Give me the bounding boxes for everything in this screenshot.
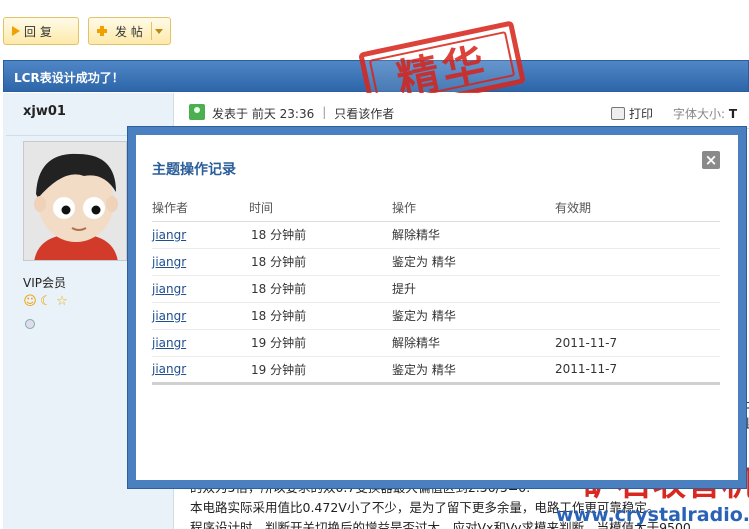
expiry-cell: 2011-11-7 bbox=[555, 356, 720, 385]
table-header-row: 操作者 时间 操作 有效期 bbox=[152, 195, 720, 222]
operator-link[interactable]: jiangr bbox=[152, 282, 186, 296]
font-size-control[interactable]: 字体大小: T bbox=[673, 105, 737, 122]
chevron-down-icon[interactable] bbox=[155, 29, 163, 34]
action-cell: 鉴定为 精华 bbox=[392, 248, 555, 276]
user-group-label: VIP会员 bbox=[23, 276, 66, 290]
table-row: jiangr 18 分钟前 解除精华 bbox=[152, 221, 720, 249]
dialog-body: 主题操作记录 × 操作者 时间 操作 有效期 jiangr 18 分钟前 解除精… bbox=[136, 135, 738, 480]
table-row: jiangr 18 分钟前 鉴定为 精华 bbox=[152, 302, 720, 330]
action-cell: 解除精华 bbox=[392, 329, 555, 357]
expiry-cell bbox=[555, 221, 720, 249]
status-icon bbox=[25, 319, 35, 329]
table-row: jiangr 19 分钟前 鉴定为 精华 2011-11-7 bbox=[152, 356, 720, 385]
time-cell: 19 分钟前 bbox=[249, 356, 392, 385]
action-cell: 鉴定为 精华 bbox=[392, 356, 555, 385]
thread-title: LCR表设计成功了！ bbox=[14, 71, 124, 85]
time-cell: 18 分钟前 bbox=[249, 221, 392, 249]
only-author-link[interactable]: 只看该作者 bbox=[334, 105, 394, 122]
post-meta-bar: 发表于 前天 23:36 | 只看该作者 打印 字体大小: T bbox=[175, 93, 749, 129]
expiry-cell bbox=[555, 302, 720, 330]
font-size-label: 字体大小: bbox=[673, 107, 726, 121]
action-cell: 解除精华 bbox=[392, 221, 555, 249]
reply-icon bbox=[12, 26, 20, 36]
print-button[interactable]: 打印 bbox=[611, 105, 653, 122]
printer-icon bbox=[611, 107, 625, 120]
user-level-icons: ☺ ☾ ☆ bbox=[23, 295, 69, 309]
sun-icon: ☺ bbox=[23, 294, 37, 309]
operator-link[interactable]: jiangr bbox=[152, 255, 186, 269]
new-post-button[interactable]: 发 帖 bbox=[88, 17, 171, 45]
username-link[interactable]: xjw01 bbox=[23, 104, 66, 119]
operation-log-table: 操作者 时间 操作 有效期 jiangr 18 分钟前 解除精华 jiangr … bbox=[152, 195, 720, 385]
avatar[interactable] bbox=[23, 141, 127, 261]
time-cell: 18 分钟前 bbox=[249, 248, 392, 276]
dialog-title: 主题操作记录 bbox=[152, 162, 236, 178]
column-header: 时间 bbox=[249, 195, 392, 222]
expiry-cell: 2011-11-7 bbox=[555, 329, 720, 357]
plus-icon bbox=[97, 26, 107, 36]
table-row: jiangr 18 分钟前 鉴定为 精华 bbox=[152, 248, 720, 276]
table-row: jiangr 18 分钟前 提升 bbox=[152, 275, 720, 303]
avatar-cartoon-icon bbox=[24, 142, 126, 260]
action-cell: 提升 bbox=[392, 275, 555, 303]
operator-link[interactable]: jiangr bbox=[152, 362, 186, 376]
operation-log-dialog: 主题操作记录 × 操作者 时间 操作 有效期 jiangr 18 分钟前 解除精… bbox=[127, 126, 747, 489]
star-icon: ☆ bbox=[56, 294, 68, 309]
time-cell: 18 分钟前 bbox=[249, 302, 392, 330]
close-icon[interactable]: × bbox=[702, 151, 720, 169]
expiry-cell bbox=[555, 275, 720, 303]
meta-separator: | bbox=[322, 105, 327, 119]
new-post-button-label: 发 帖 bbox=[115, 24, 143, 39]
reply-button-label: 回 复 bbox=[24, 24, 52, 39]
time-cell: 19 分钟前 bbox=[249, 329, 392, 357]
font-size-toggle[interactable]: T bbox=[729, 107, 737, 121]
action-cell: 鉴定为 精华 bbox=[392, 302, 555, 330]
button-divider bbox=[151, 22, 152, 40]
print-label: 打印 bbox=[629, 107, 654, 121]
moon-icon: ☾ bbox=[40, 294, 52, 309]
post-time: 发表于 前天 23:36 bbox=[212, 107, 315, 121]
reply-button[interactable]: 回 复 bbox=[3, 17, 79, 45]
expiry-cell bbox=[555, 248, 720, 276]
column-header: 操作者 bbox=[152, 195, 249, 222]
operator-link[interactable]: jiangr bbox=[152, 336, 186, 350]
table-row: jiangr 19 分钟前 解除精华 2011-11-7 bbox=[152, 329, 720, 357]
online-status-icon bbox=[189, 104, 205, 120]
post-meta-text: 发表于 前天 23:36 | 只看该作者 bbox=[212, 105, 394, 122]
operator-link[interactable]: jiangr bbox=[152, 228, 186, 242]
time-cell: 18 分钟前 bbox=[249, 275, 392, 303]
column-header: 有效期 bbox=[555, 195, 720, 222]
column-header: 操作 bbox=[392, 195, 555, 222]
operator-link[interactable]: jiangr bbox=[152, 309, 186, 323]
watermark-url: www.crystalradio.cn bbox=[556, 504, 749, 526]
